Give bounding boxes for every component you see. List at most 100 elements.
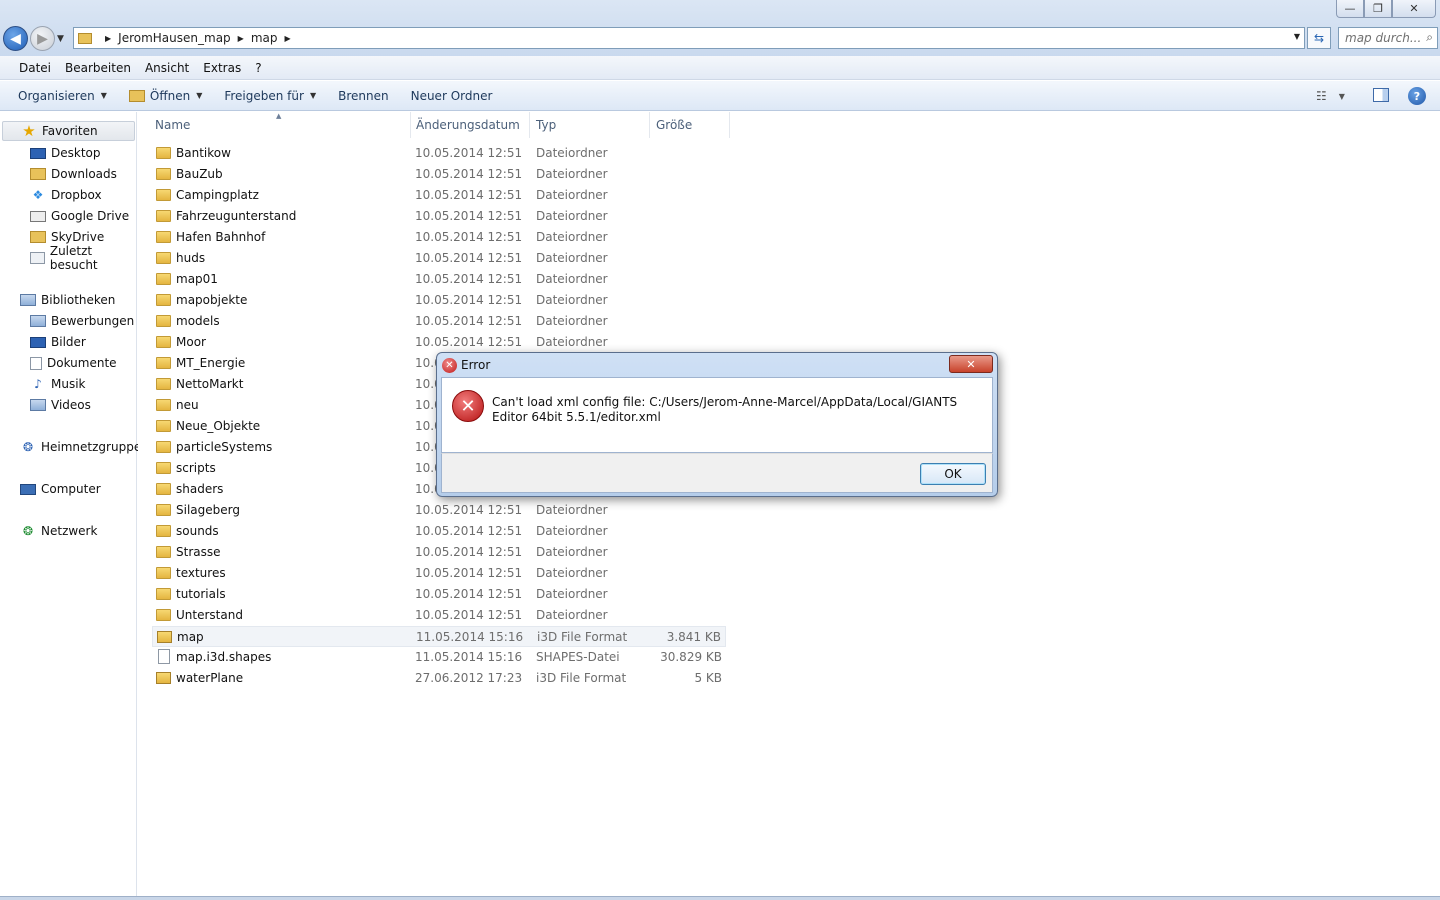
file-row[interactable]: sounds 10.05.2014 12:51 Dateiordner: [152, 521, 726, 542]
column-header-date[interactable]: Änderungsdatum: [416, 118, 520, 138]
menu-ansicht[interactable]: Ansicht: [138, 61, 196, 75]
file-row[interactable]: tutorials 10.05.2014 12:51 Dateiordner: [152, 584, 726, 605]
chevron-down-icon: ▼: [1338, 91, 1345, 101]
nav-network[interactable]: ❂ Netzwerk: [20, 521, 97, 541]
command-bar: Organisieren ▼ Öffnen ▼ Freigeben für ▼ …: [0, 81, 1440, 111]
libraries-icon: [20, 294, 36, 306]
close-button[interactable]: ✕: [1392, 0, 1436, 18]
menu-extras[interactable]: Extras: [196, 61, 248, 75]
forward-button[interactable]: ▶: [30, 26, 55, 51]
help-button[interactable]: ?: [1408, 87, 1426, 105]
file-row[interactable]: Fahrzeugunterstand 10.05.2014 12:51 Dateio…: [152, 206, 726, 227]
column-divider[interactable]: [410, 112, 411, 138]
file-row[interactable]: models 10.05.2014 12:51 Dateiordner: [152, 311, 726, 332]
nav-desktop[interactable]: Desktop: [30, 143, 101, 163]
preview-pane-button[interactable]: [1373, 88, 1389, 102]
nav-videos[interactable]: Videos: [30, 395, 91, 415]
folder-icon: [156, 399, 171, 411]
file-row[interactable]: map.i3d.shapes 11.05.2014 15:16 SHAPES-Dat…: [152, 647, 726, 668]
file-row[interactable]: map 11.05.2014 15:16 i3D File Format 3.841 …: [152, 626, 726, 647]
blank-file-icon: [158, 649, 170, 664]
file-row[interactable]: Strasse 10.05.2014 12:51 Dateiordner: [152, 542, 726, 563]
pictures-icon: [30, 336, 46, 348]
file-row[interactable]: BauZub 10.05.2014 12:51 Dateiordner: [152, 164, 726, 185]
folder-icon: [156, 273, 171, 285]
nav-bilder[interactable]: Bilder: [30, 332, 86, 352]
column-divider[interactable]: [729, 112, 730, 138]
nav-bewerbungen[interactable]: Bewerbungen: [30, 311, 134, 331]
chevron-down-icon[interactable]: ▼: [1294, 32, 1300, 41]
file-date: 10.05.2014 12:51: [415, 146, 523, 160]
back-button[interactable]: ◀: [3, 26, 28, 51]
breadcrumb-chevron-icon[interactable]: ▶: [238, 34, 244, 43]
share-button[interactable]: Freigeben für ▼: [216, 89, 324, 103]
file-name: Unterstand: [176, 608, 243, 622]
breadcrumb-chevron-icon[interactable]: ▶: [105, 34, 111, 43]
nav-label: Bewerbungen: [51, 314, 135, 328]
nav-google-drive[interactable]: Google Drive: [30, 206, 129, 226]
change-view-button[interactable]: ☷ ▼: [1316, 89, 1345, 103]
nav-recent[interactable]: Zuletzt besucht: [30, 244, 136, 272]
new-folder-button[interactable]: Neuer Ordner: [403, 89, 501, 103]
file-row[interactable]: mapobjekte 10.05.2014 12:51 Dateiordner: [152, 290, 726, 311]
recent-pages-dropdown[interactable]: ▼: [57, 34, 64, 44]
nav-musik[interactable]: ♪ Musik: [30, 374, 85, 394]
file-row[interactable]: Moor 10.05.2014 12:51 Dateiordner: [152, 332, 726, 353]
organize-button[interactable]: Organisieren ▼: [10, 89, 115, 103]
address-bar[interactable]: ▶ JeromHausen_map ▶ map ▶ ▼: [73, 27, 1305, 49]
dialog-title: Error: [461, 358, 491, 372]
nav-homegroup[interactable]: ❂ Heimnetzgruppe: [20, 437, 141, 457]
breadcrumb-map[interactable]: map: [251, 31, 278, 45]
chevron-down-icon: ▼: [309, 91, 317, 100]
folder-icon: [156, 294, 171, 306]
nav-label: Downloads: [51, 167, 117, 181]
nav-favorites[interactable]: ★ Favoriten: [2, 121, 135, 141]
search-icon[interactable]: ⌕: [1426, 30, 1433, 45]
folder-icon: [156, 588, 171, 600]
refresh-button[interactable]: ⇆: [1307, 27, 1331, 49]
search-input[interactable]: map durch... ⌕: [1338, 27, 1438, 49]
file-row[interactable]: Silageberg 10.05.2014 12:51 Dateiordner: [152, 500, 726, 521]
file-row[interactable]: Campingplatz 10.05.2014 12:51 Dateiordner: [152, 185, 726, 206]
menu-help[interactable]: ?: [248, 61, 268, 75]
nav-label: Bilder: [51, 335, 86, 349]
nav-dokumente[interactable]: Dokumente: [30, 353, 117, 373]
file-name: Silageberg: [176, 503, 240, 517]
nav-computer[interactable]: Computer: [20, 479, 101, 499]
sort-ascending-icon: ▲: [276, 112, 282, 120]
ok-button[interactable]: OK: [920, 463, 986, 485]
file-type: i3D File Format: [536, 671, 627, 685]
nav-libraries[interactable]: Bibliotheken: [20, 290, 115, 310]
maximize-button[interactable]: ❐: [1364, 0, 1392, 18]
column-header-name[interactable]: Name: [155, 118, 190, 138]
file-row[interactable]: map01 10.05.2014 12:51 Dateiordner: [152, 269, 726, 290]
breadcrumb-jeromhausen-map[interactable]: JeromHausen_map: [118, 31, 231, 45]
arrow-right-icon: ▶: [37, 30, 48, 47]
burn-button[interactable]: Brennen: [330, 89, 396, 103]
new-folder-label: Neuer Ordner: [410, 88, 493, 103]
file-type: Dateiordner: [536, 545, 608, 559]
column-divider[interactable]: [529, 112, 530, 138]
file-row[interactable]: Bantikow 10.05.2014 12:51 Dateiordner: [152, 143, 726, 164]
file-name: mapobjekte: [176, 293, 248, 307]
dialog-close-button[interactable]: ✕: [949, 355, 993, 373]
nav-dropbox[interactable]: ❖ Dropbox: [30, 185, 102, 205]
minimize-button[interactable]: —: [1336, 0, 1364, 18]
nav-label: Favoriten: [42, 124, 98, 138]
nav-label: Dropbox: [51, 188, 102, 202]
column-header-type[interactable]: Typ: [536, 118, 556, 138]
file-row[interactable]: huds 10.05.2014 12:51 Dateiordner: [152, 248, 726, 269]
menu-datei[interactable]: Datei: [12, 61, 58, 75]
file-row[interactable]: Hafen Bahnhof 10.05.2014 12:51 Dateiordner: [152, 227, 726, 248]
file-row[interactable]: Unterstand 10.05.2014 12:51 Dateiordner: [152, 605, 726, 626]
dropbox-icon: ❖: [32, 188, 44, 202]
column-header-size[interactable]: Größe: [656, 118, 692, 138]
column-divider[interactable]: [649, 112, 650, 138]
breadcrumb-chevron-icon[interactable]: ▶: [285, 34, 291, 43]
folder-icon: [156, 420, 171, 432]
file-row[interactable]: waterPlane 27.06.2012 17:23 i3D File Forma…: [152, 668, 726, 689]
open-button[interactable]: Öffnen ▼: [121, 89, 210, 103]
nav-downloads[interactable]: Downloads: [30, 164, 117, 184]
file-row[interactable]: textures 10.05.2014 12:51 Dateiordner: [152, 563, 726, 584]
menu-bearbeiten[interactable]: Bearbeiten: [58, 61, 138, 75]
